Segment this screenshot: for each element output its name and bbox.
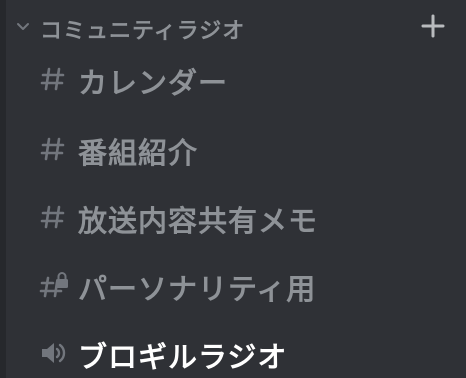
channel-label: カレンダー (78, 66, 229, 100)
channel-label: 番組紹介 (78, 136, 199, 170)
category-label: コミュニティラジオ (40, 19, 246, 44)
category-header[interactable]: コミュニティラジオ (0, 0, 466, 52)
plus-icon[interactable] (419, 12, 447, 40)
hash-icon (40, 137, 65, 161)
speaker-icon (42, 343, 66, 363)
hash-icon (40, 205, 65, 229)
channel-item-burogiru-radio[interactable]: ブロギルラジオ (0, 320, 466, 378)
channel-item-broadcast-notes[interactable]: 放送内容共有メモ (0, 184, 466, 250)
channel-label: 放送内容共有メモ (78, 204, 319, 238)
hash-icon (40, 67, 65, 91)
chevron-down-icon[interactable] (14, 17, 32, 35)
locked-hash-icon (39, 272, 68, 298)
channel-label: パーソナリティ用 (78, 272, 317, 306)
channel-item-program-intro[interactable]: 番組紹介 (0, 116, 466, 182)
channel-list-panel: コミュニティラジオ カレンダー 番組紹介 放送内容共有メモ パーソナリティ用 ブ… (0, 0, 466, 378)
channel-item-calendar[interactable]: カレンダー (0, 46, 466, 112)
channel-label: ブロギルラジオ (78, 340, 288, 374)
channel-item-personality[interactable]: パーソナリティ用 (0, 252, 466, 318)
